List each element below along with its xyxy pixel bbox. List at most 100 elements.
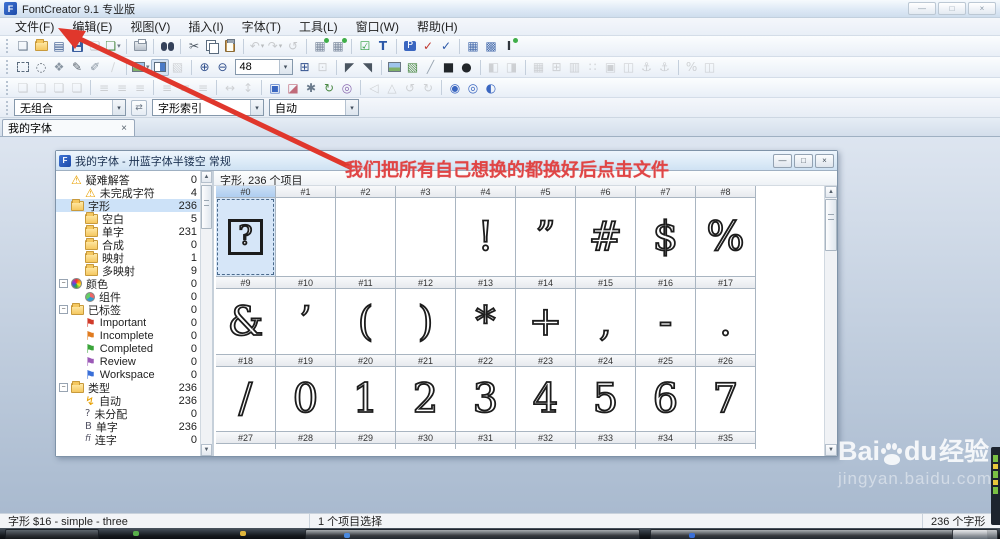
tree-item-incomplete[interactable]: ⚑ Incomplete 0 bbox=[56, 329, 200, 342]
round-points-button[interactable]: ◎ bbox=[338, 79, 356, 96]
tree-item-important[interactable]: ⚑ Important 0 bbox=[56, 316, 200, 329]
properties-button[interactable]: P bbox=[401, 38, 419, 55]
lasso-tool-button[interactable]: ◌ bbox=[32, 59, 50, 76]
print-button[interactable] bbox=[131, 38, 149, 55]
align-right-button[interactable]: ≡ bbox=[131, 79, 149, 96]
glyph-cell-31[interactable] bbox=[455, 443, 516, 449]
menu-font[interactable]: 字体(T) bbox=[233, 17, 290, 36]
glyph-cell-13[interactable]: * bbox=[455, 288, 516, 355]
maximize-button[interactable]: □ bbox=[938, 2, 966, 15]
glyph-cell-28[interactable] bbox=[275, 443, 336, 449]
glyph-cell-20[interactable]: 1 bbox=[335, 366, 396, 432]
tree-scrollbar-thumb[interactable] bbox=[201, 185, 212, 229]
font-test-button[interactable]: T bbox=[374, 38, 392, 55]
menu-view[interactable]: 视图(V) bbox=[121, 17, 179, 36]
menu-window[interactable]: 窗口(W) bbox=[347, 17, 408, 36]
tree-item-composite[interactable]: 合成 0 bbox=[56, 237, 200, 252]
scroll-up-icon[interactable]: ▲ bbox=[201, 171, 212, 183]
tree-item-ligature[interactable]: fi 连字 0 bbox=[56, 433, 200, 447]
pan-tool-button[interactable]: ❖ bbox=[50, 59, 68, 76]
taskbar-clock[interactable] bbox=[952, 529, 998, 539]
tree-item-simple-glyphs[interactable]: 单字 231 bbox=[56, 224, 200, 239]
glyph-overview-button[interactable]: ▦ bbox=[464, 38, 482, 55]
tree-item-components[interactable]: 组件 0 bbox=[56, 290, 200, 304]
dropdown-caret-icon[interactable]: ▾ bbox=[146, 63, 150, 71]
tree-item-color[interactable]: − 颜色 0 bbox=[56, 277, 200, 291]
glyph-cell-7[interactable]: $ bbox=[635, 197, 696, 277]
tab-close-icon[interactable]: × bbox=[119, 123, 129, 134]
glyph-cell-35[interactable] bbox=[695, 443, 756, 449]
fill-outline-toggle-button[interactable] bbox=[150, 58, 169, 76]
insert-rectangle-button[interactable]: ■ bbox=[440, 59, 458, 76]
glyph-cell-18[interactable]: / bbox=[216, 366, 276, 432]
kerning-mode-button[interactable]: % bbox=[683, 59, 701, 76]
select-tool-button[interactable] bbox=[14, 59, 32, 76]
tree-item-simple-type[interactable]: B 单字 236 bbox=[56, 420, 200, 434]
scroll-down-icon[interactable]: ▼ bbox=[201, 444, 212, 456]
tree-item-workspace[interactable]: ⚑ Workspace 0 bbox=[56, 368, 200, 381]
correct-direction-button[interactable]: ↻ bbox=[320, 79, 338, 96]
align-middle-button[interactable]: ≡ bbox=[176, 79, 194, 96]
image-import-button[interactable] bbox=[386, 59, 404, 76]
tree-item-unassigned[interactable]: ? 未分配 0 bbox=[56, 407, 200, 421]
zoom-selection-button[interactable]: ⊞ bbox=[296, 59, 314, 76]
glyph-cell-9[interactable]: & bbox=[216, 288, 276, 355]
toolbar-handle[interactable] bbox=[6, 39, 9, 53]
show-grid-button[interactable]: ▦ bbox=[530, 59, 548, 76]
web-preview-button[interactable]: ▩ bbox=[482, 38, 500, 55]
glyph-cell-12[interactable]: ) bbox=[395, 288, 456, 355]
tree-item-glyphs[interactable]: 字形 236 bbox=[56, 198, 200, 213]
glyph-cell-16[interactable]: - bbox=[635, 288, 696, 355]
eraser-button[interactable]: ◪ bbox=[284, 79, 302, 96]
toolbar-handle[interactable] bbox=[6, 100, 9, 115]
menu-file[interactable]: 文件(F) bbox=[6, 17, 63, 36]
glyph-index-combo[interactable]: 字形索引 ▾ bbox=[152, 99, 264, 116]
glyph-cell-33[interactable] bbox=[575, 443, 636, 449]
flip-vertical-button[interactable]: △ bbox=[383, 79, 401, 96]
doc-close-button[interactable]: × bbox=[815, 153, 834, 168]
bring-forward-button[interactable]: ❏ bbox=[50, 79, 68, 96]
taskbar-app-3[interactable] bbox=[650, 529, 988, 539]
taskbar-icon[interactable] bbox=[240, 531, 246, 536]
dropdown-caret-icon[interactable]: ▾ bbox=[117, 42, 121, 50]
font-validation-button[interactable]: ☑ bbox=[356, 38, 374, 55]
glyph-scrollbar-thumb[interactable] bbox=[825, 199, 837, 251]
glyph-cell-4[interactable]: ! bbox=[455, 197, 516, 277]
tree-item-completed[interactable]: ⚑ Completed 0 bbox=[56, 342, 200, 355]
knife-tool-button[interactable]: ∕ bbox=[104, 59, 122, 76]
glyph-scrollbar[interactable]: ▲ ▼ bbox=[824, 186, 837, 456]
tree-expander-icon[interactable]: − bbox=[59, 305, 68, 314]
glyph-cell-2[interactable] bbox=[335, 197, 396, 277]
minimize-button[interactable]: — bbox=[908, 2, 936, 15]
doc-restore-button[interactable]: □ bbox=[794, 153, 813, 168]
glyph-transformer-button[interactable]: ▣ bbox=[266, 79, 284, 96]
glyph-cell-29[interactable] bbox=[335, 443, 396, 449]
glyph-cell-32[interactable] bbox=[515, 443, 576, 449]
intersect-contours-button[interactable]: ◎ bbox=[464, 79, 482, 96]
insert-text-button[interactable]: I bbox=[500, 37, 518, 55]
show-guides-button[interactable]: ▥ bbox=[566, 59, 584, 76]
snap-to-grid-button[interactable]: ▣ bbox=[602, 59, 620, 76]
menu-help[interactable]: 帮助(H) bbox=[408, 17, 467, 36]
zoom-in-button[interactable]: ⊕ bbox=[196, 59, 214, 76]
zoom-level-combo[interactable]: 48 ▾ bbox=[234, 59, 293, 75]
tree-item-review[interactable]: ⚑ Review 0 bbox=[56, 355, 200, 368]
space-vertically-button[interactable]: ↕ bbox=[239, 79, 257, 96]
next-sample-button[interactable]: ◨ bbox=[503, 59, 521, 76]
glyph-cell-17[interactable]: . bbox=[695, 288, 756, 355]
close-button[interactable]: × bbox=[968, 2, 996, 15]
smart-outline-button[interactable]: ▧ bbox=[169, 59, 187, 76]
tree-item-empty[interactable]: 空白 5 bbox=[56, 211, 200, 226]
glyph-cell-27[interactable] bbox=[216, 443, 276, 449]
point-select-button[interactable]: ◥ bbox=[359, 59, 377, 76]
toolbar-handle[interactable] bbox=[6, 80, 9, 95]
rotate-ccw-button[interactable]: ↺ bbox=[401, 79, 419, 96]
contour-select-button[interactable]: ◤ bbox=[341, 59, 359, 76]
glyph-cell-34[interactable] bbox=[635, 443, 696, 449]
composites-toggle-button[interactable]: ⇄ bbox=[131, 99, 147, 116]
glyph-cell-10[interactable]: ’ bbox=[275, 288, 336, 355]
find-button[interactable] bbox=[158, 38, 176, 55]
send-backward-button[interactable]: ❏ bbox=[68, 79, 86, 96]
glyph-cell-5[interactable]: ” bbox=[515, 197, 576, 277]
show-points-button[interactable]: ∷ bbox=[584, 59, 602, 76]
